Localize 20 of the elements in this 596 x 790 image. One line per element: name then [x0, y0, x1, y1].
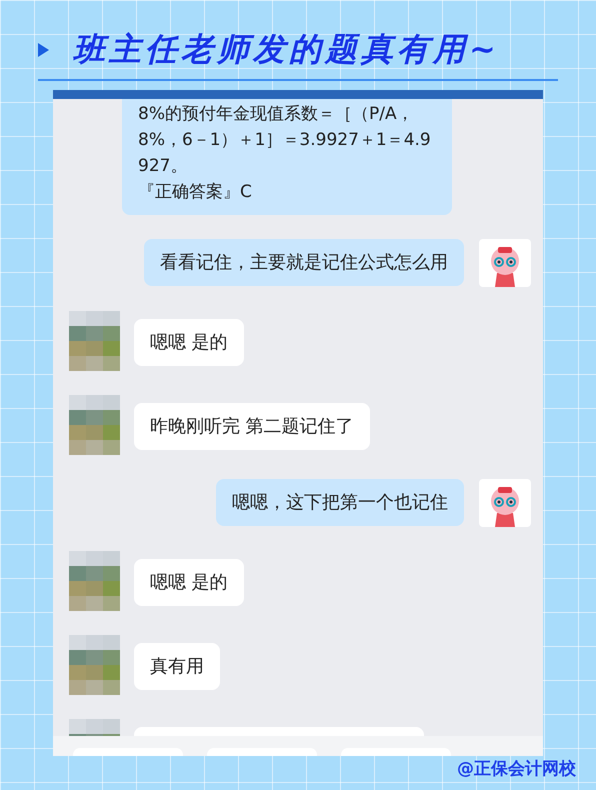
credit-text: @正保会计网校	[457, 758, 576, 780]
message-bubble: 嗯嗯 是的	[134, 319, 244, 366]
message-bubble: 昨晚刚听完 第二题记住了	[134, 403, 370, 450]
cartoon-avatar-drawing	[479, 479, 531, 527]
cartoon-avatar-drawing	[479, 239, 531, 287]
message-text: 『正确答案』C	[138, 181, 253, 204]
blurred-avatar	[69, 311, 120, 371]
blurred-avatar	[69, 395, 120, 455]
shortcut-chip[interactable]	[207, 748, 317, 756]
shortcut-chip[interactable]	[73, 748, 183, 756]
page-title: 班主任老师发的题真有用~	[73, 29, 500, 70]
shortcut-chip[interactable]	[341, 748, 451, 756]
message-bubble: 看看记住，主要就是记住公式怎么用	[144, 239, 464, 286]
message-bubble: 真有用	[134, 643, 220, 690]
message-bubble: 嗯嗯，这下把第一个也记住	[216, 479, 464, 526]
blurred-avatar	[69, 551, 120, 611]
message-text: 8%的预付年金现值系数＝［（P/A，8%，6－1）＋1］＝3.9927＋1＝4.9927。	[138, 103, 432, 178]
message-bubble: 嗯嗯 是的	[134, 559, 244, 606]
triangle-icon	[38, 43, 49, 57]
blurred-avatar	[69, 635, 120, 695]
